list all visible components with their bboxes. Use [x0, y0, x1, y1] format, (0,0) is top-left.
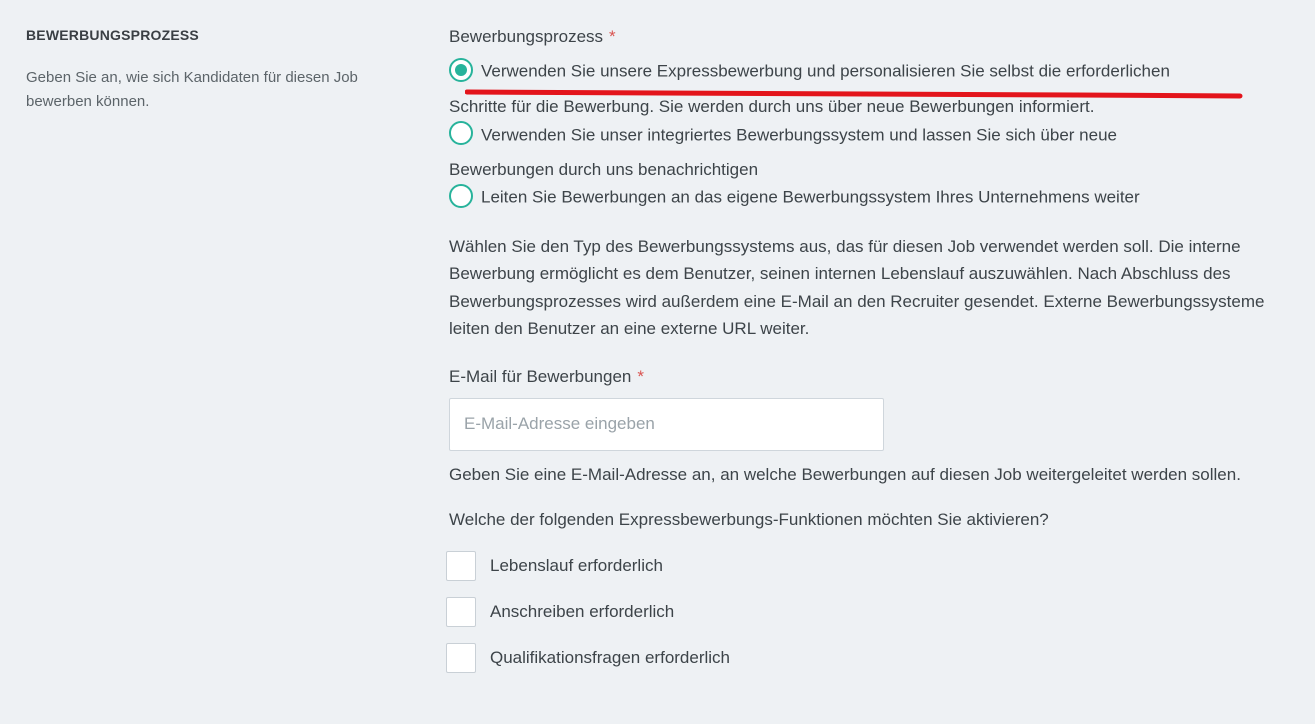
required-asterisk: *	[637, 366, 644, 386]
checkbox-label: Anschreiben erforderlich	[490, 602, 675, 622]
radio-option-integrated[interactable]: Verwenden Sie unser integriertes Bewerbu…	[449, 121, 1269, 149]
radio-option-external[interactable]: Leiten Sie Bewerbungen an das eigene Bew…	[449, 183, 1269, 211]
radio-option-integrated-label-line2: Bewerbungen durch uns benachrichtigen	[449, 160, 759, 180]
radio-option-integrated-label-line1: Verwenden Sie unser integriertes Bewerbu…	[481, 125, 1117, 145]
email-input[interactable]	[449, 397, 884, 451]
required-asterisk: *	[609, 27, 616, 46]
application-process-form: Bewerbungsprozess * Verwenden Sie unsere …	[446, 26, 1269, 689]
checkbox[interactable]	[446, 551, 476, 582]
checkbox-label: Qualifikationsfragen erforderlich	[490, 648, 731, 668]
email-help-text: Geben Sie eine E-Mail-Adresse an, an wel…	[449, 464, 1241, 484]
features-checkbox-list: Lebenslauf erforderlich Anschreiben erfo…	[446, 551, 1269, 674]
email-label: E-Mail für Bewerbungen *	[449, 366, 1269, 388]
radio-button-checked[interactable]	[449, 57, 473, 82]
section-title: BEWERBUNGSPROZESS	[26, 27, 199, 43]
checkbox[interactable]	[446, 597, 476, 628]
checkbox[interactable]	[446, 643, 476, 674]
radio-button[interactable]	[449, 183, 473, 208]
radio-option-external-label: Leiten Sie Bewerbungen an das eigene Bew…	[481, 187, 1140, 207]
section-sidebar: BEWERBUNGSPROZESS Geben Sie an, wie sich…	[26, 26, 396, 114]
process-label: Bewerbungsprozess *	[449, 26, 1269, 48]
radio-option-express[interactable]: Verwenden Sie unsere Expressbewerbung un…	[449, 57, 1269, 85]
process-radio-group: Verwenden Sie unsere Expressbewerbung un…	[449, 57, 1269, 211]
email-label-text: E-Mail für Bewerbungen	[449, 366, 632, 386]
radio-button[interactable]	[449, 121, 473, 146]
radio-option-express-label-line1: Verwenden Sie unsere Expressbewerbung un…	[481, 61, 1170, 81]
red-underline-annotation	[465, 89, 1243, 99]
features-question: Welche der folgenden Expressbewerbungs-F…	[449, 510, 1049, 530]
checkbox-row-resume[interactable]: Lebenslauf erforderlich	[446, 551, 1269, 582]
process-label-text: Bewerbungsprozess	[449, 27, 604, 46]
checkbox-label: Lebenslauf erforderlich	[490, 556, 663, 576]
checkbox-row-qualification-questions[interactable]: Qualifikationsfragen erforderlich	[446, 643, 1269, 674]
checkbox-row-cover-letter[interactable]: Anschreiben erforderlich	[446, 597, 1269, 628]
section-description: Geben Sie an, wie sich Kandidaten für di…	[26, 69, 358, 110]
process-help-text: Wählen Sie den Typ des Bewerbungssystems…	[449, 236, 1265, 339]
